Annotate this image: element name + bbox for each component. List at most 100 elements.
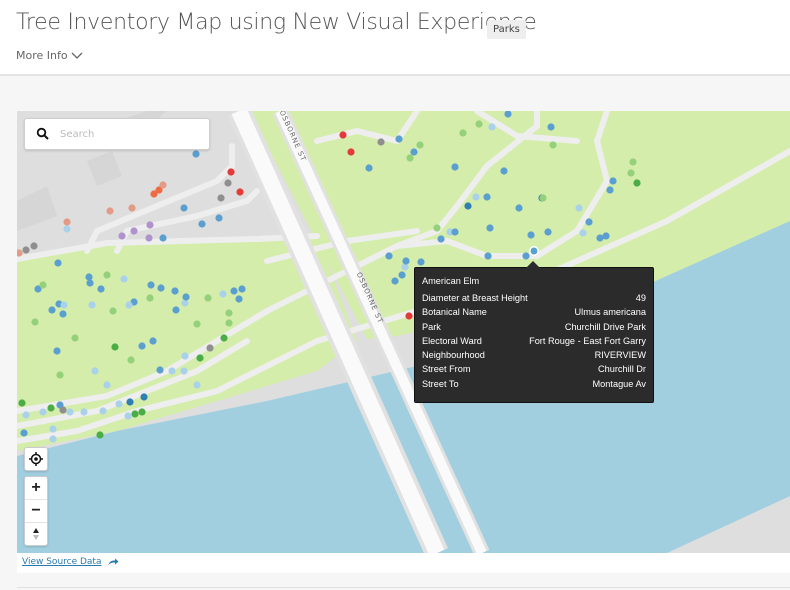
tree-point[interactable] bbox=[433, 224, 441, 232]
tree-point[interactable] bbox=[140, 393, 148, 401]
tree-point[interactable] bbox=[31, 318, 39, 326]
tree-point[interactable] bbox=[472, 193, 480, 201]
tree-point[interactable] bbox=[483, 193, 491, 201]
tree-point[interactable] bbox=[118, 232, 126, 240]
tree-point[interactable] bbox=[235, 295, 243, 303]
tree-point[interactable] bbox=[347, 148, 355, 156]
tree-point[interactable] bbox=[80, 408, 88, 416]
tree-point[interactable] bbox=[539, 194, 547, 202]
tree-point[interactable] bbox=[85, 273, 93, 281]
tree-point[interactable] bbox=[120, 275, 128, 283]
tree-point[interactable] bbox=[437, 235, 445, 243]
search-input[interactable] bbox=[58, 127, 202, 141]
tree-point[interactable] bbox=[225, 319, 233, 327]
tree-point[interactable] bbox=[18, 399, 26, 407]
tree-point[interactable] bbox=[395, 135, 403, 143]
tree-point[interactable] bbox=[22, 411, 30, 419]
tree-point[interactable] bbox=[220, 334, 228, 342]
tree-point[interactable] bbox=[417, 258, 425, 266]
tree-point[interactable] bbox=[416, 141, 424, 149]
tree-point[interactable] bbox=[385, 252, 393, 260]
tree-point[interactable] bbox=[53, 347, 61, 355]
tree-point[interactable] bbox=[486, 224, 494, 232]
tree-point[interactable] bbox=[204, 294, 212, 302]
tree-point[interactable] bbox=[96, 431, 104, 439]
tree-point[interactable] bbox=[54, 259, 62, 267]
tree-point[interactable] bbox=[138, 408, 146, 416]
tree-point[interactable] bbox=[149, 337, 157, 345]
tree-point[interactable] bbox=[217, 194, 225, 202]
tree-point[interactable] bbox=[103, 271, 111, 279]
tree-point[interactable] bbox=[527, 231, 535, 239]
tree-point[interactable] bbox=[47, 404, 55, 412]
tree-point[interactable] bbox=[547, 123, 555, 131]
tree-point[interactable] bbox=[484, 252, 492, 260]
tree-point[interactable] bbox=[106, 207, 114, 215]
tree-point[interactable] bbox=[219, 290, 227, 298]
map-canvas[interactable]: OSBORNE ST OSBORNE ST + − American Elm D… bbox=[17, 111, 790, 553]
tree-point[interactable] bbox=[579, 229, 587, 237]
tree-point[interactable] bbox=[627, 169, 635, 177]
tree-point[interactable] bbox=[515, 204, 523, 212]
tree-point[interactable] bbox=[71, 334, 79, 342]
locate-control[interactable] bbox=[24, 447, 48, 471]
tree-point[interactable] bbox=[48, 306, 56, 314]
tree-point[interactable] bbox=[115, 400, 123, 408]
tree-point[interactable] bbox=[168, 367, 176, 375]
tree-point[interactable] bbox=[181, 299, 189, 307]
tree-point[interactable] bbox=[49, 435, 57, 443]
tree-point[interactable] bbox=[22, 246, 30, 254]
tree-point[interactable] bbox=[138, 342, 146, 350]
tree-point[interactable] bbox=[236, 188, 244, 196]
zoom-in-button[interactable]: + bbox=[25, 477, 47, 499]
zoom-out-button[interactable]: − bbox=[25, 499, 47, 522]
tree-point[interactable] bbox=[59, 310, 67, 318]
tree-point[interactable] bbox=[405, 312, 413, 320]
selected-tree-point[interactable] bbox=[529, 246, 539, 256]
tree-point[interactable] bbox=[131, 410, 139, 418]
tree-point[interactable] bbox=[215, 214, 223, 222]
tree-point[interactable] bbox=[99, 407, 107, 415]
tree-point[interactable] bbox=[156, 366, 164, 374]
tree-point[interactable] bbox=[171, 287, 179, 295]
tree-point[interactable] bbox=[172, 306, 180, 314]
tree-point[interactable] bbox=[193, 381, 201, 389]
tree-point[interactable] bbox=[544, 228, 552, 236]
tree-point[interactable] bbox=[125, 301, 133, 309]
tree-point[interactable] bbox=[159, 234, 167, 242]
tree-point[interactable] bbox=[130, 227, 138, 235]
tree-point[interactable] bbox=[575, 204, 583, 212]
tree-point[interactable] bbox=[602, 232, 610, 240]
tree-point[interactable] bbox=[66, 408, 74, 416]
tree-point[interactable] bbox=[339, 131, 347, 139]
tree-point[interactable] bbox=[59, 406, 67, 414]
tree-point[interactable] bbox=[63, 225, 71, 233]
tree-point[interactable] bbox=[91, 367, 99, 375]
tree-point[interactable] bbox=[192, 150, 200, 158]
tree-point[interactable] bbox=[111, 343, 119, 351]
tree-point[interactable] bbox=[451, 163, 459, 171]
tree-point[interactable] bbox=[224, 179, 232, 187]
tree-point[interactable] bbox=[606, 186, 614, 194]
tree-point[interactable] bbox=[182, 293, 190, 301]
tree-point[interactable] bbox=[225, 309, 233, 317]
tree-point[interactable] bbox=[180, 204, 188, 212]
view-source-data-link[interactable]: View Source Data bbox=[22, 557, 119, 567]
compass-button[interactable] bbox=[25, 522, 47, 545]
tree-point[interactable] bbox=[402, 257, 410, 265]
tree-point[interactable] bbox=[459, 129, 467, 137]
tree-point[interactable] bbox=[56, 371, 64, 379]
category-badge[interactable]: Parks bbox=[487, 20, 526, 39]
tree-point[interactable] bbox=[97, 285, 105, 293]
tree-point[interactable] bbox=[230, 287, 238, 295]
more-info-toggle[interactable]: More Info bbox=[16, 49, 83, 62]
tree-point[interactable] bbox=[157, 284, 165, 292]
locate-button[interactable] bbox=[25, 448, 47, 470]
tree-point[interactable] bbox=[30, 242, 38, 250]
tree-point[interactable] bbox=[401, 263, 409, 271]
tree-point[interactable] bbox=[488, 123, 496, 131]
tree-point[interactable] bbox=[127, 356, 135, 364]
tree-point[interactable] bbox=[159, 181, 167, 189]
tree-point[interactable] bbox=[60, 301, 68, 309]
tree-point[interactable] bbox=[238, 285, 246, 293]
